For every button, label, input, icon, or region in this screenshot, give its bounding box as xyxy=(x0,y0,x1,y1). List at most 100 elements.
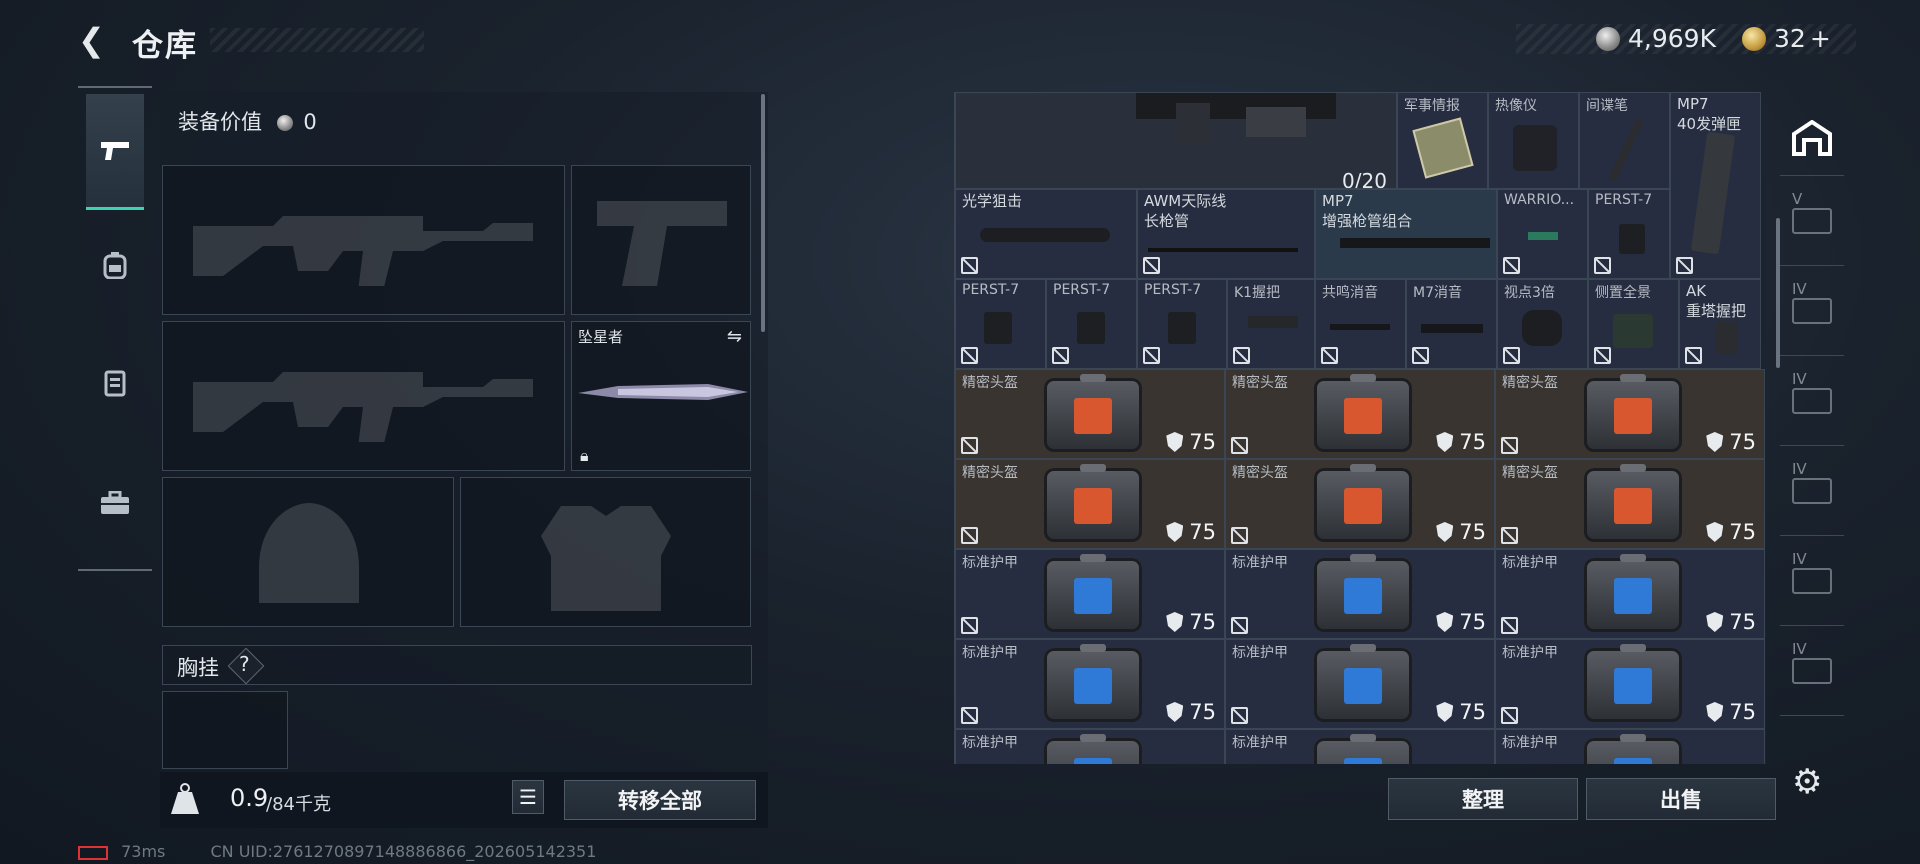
durability: 75 xyxy=(1706,610,1756,634)
suppressor-icon xyxy=(1330,324,1390,330)
item-precision-helmet[interactable]: 精密头盔 75 xyxy=(1495,459,1765,549)
item-ak-grip[interactable]: AK 重塔握把 xyxy=(1679,279,1761,369)
list-view-button[interactable]: ☰ xyxy=(512,780,544,814)
item-standard-armor[interactable]: 标准护甲75 xyxy=(1225,549,1495,639)
rail-home[interactable] xyxy=(1780,100,1844,176)
item-precision-helmet[interactable]: 精密头盔 75 xyxy=(1225,369,1495,459)
item-name: PERST-7 xyxy=(1144,282,1202,298)
storage-level: IV xyxy=(1792,549,1807,568)
currency-bar: 4,969K 32 + xyxy=(1516,24,1856,54)
silver-coin-icon xyxy=(1596,26,1620,51)
item-thermal-imager[interactable]: 热像仪 xyxy=(1488,92,1579,189)
scrollbar[interactable] xyxy=(761,94,765,332)
durability-value: 75 xyxy=(1729,430,1756,454)
item-precision-helmet[interactable]: 精密头盔 75 xyxy=(955,459,1225,549)
item-3x-sight[interactable]: 视点3倍 xyxy=(1497,279,1588,369)
durability: 75 xyxy=(1166,700,1216,724)
device-icon xyxy=(1168,312,1196,344)
silver-coin-icon xyxy=(276,115,293,131)
item-mp7-40-mag[interactable]: MP7 40发弹匣 xyxy=(1670,92,1761,279)
rail-stash-5[interactable]: IV xyxy=(1780,536,1844,626)
pistol-slot[interactable] xyxy=(571,165,751,315)
item-standard-armor[interactable]: 标准护甲75 xyxy=(955,639,1225,729)
add-gold-button[interactable]: + xyxy=(1810,24,1831,53)
item-awm-barrel[interactable]: AWM天际线 长枪管 xyxy=(1137,189,1315,279)
help-icon[interactable]: ? xyxy=(239,652,250,676)
item-standard-armor[interactable]: 标准护甲75 xyxy=(955,729,1225,764)
item-standard-armor[interactable]: 标准护甲75 xyxy=(1225,639,1495,729)
rail-stash-4[interactable]: IV xyxy=(1780,446,1844,536)
armor-case-icon xyxy=(1314,644,1412,722)
back-arrow-icon[interactable]: ❮ xyxy=(78,22,112,58)
armor-case-icon xyxy=(1044,644,1142,722)
item-resonance-suppressor[interactable]: 共鸣消音 xyxy=(1315,279,1406,369)
shield-icon xyxy=(1166,522,1184,542)
item-perst7[interactable]: PERST-7 xyxy=(1046,279,1137,369)
item-name: 标准护甲 xyxy=(1502,645,1558,661)
secondary-weapon-slot[interactable] xyxy=(162,321,565,471)
settings-gear-icon[interactable]: ⚙ xyxy=(1792,762,1822,802)
item-military-intel[interactable]: 军事情报 xyxy=(1397,92,1488,189)
item-name: 视点3倍 xyxy=(1504,285,1555,301)
item-side-panoramic[interactable]: 侧置全景 xyxy=(1588,279,1679,369)
no-insure-icon xyxy=(1594,347,1611,364)
item-name: 军事情报 xyxy=(1404,98,1460,114)
chest-rig-slot[interactable] xyxy=(162,691,288,769)
large-weapon-item[interactable]: 0/20 xyxy=(955,92,1397,189)
item-precision-helmet[interactable]: 精密头盔 75 xyxy=(1225,459,1495,549)
item-m7-suppressor[interactable]: M7消音 xyxy=(1406,279,1497,369)
item-precision-helmet[interactable]: 精密头盔 75 xyxy=(1495,369,1765,459)
tab-case[interactable] xyxy=(86,474,144,532)
storage-box-icon: IV xyxy=(1792,550,1832,594)
item-name: 标准护甲 xyxy=(1232,735,1288,751)
item-mp7-barrel-combo[interactable]: MP7 增强枪管组合 xyxy=(1315,189,1497,279)
item-standard-armor[interactable]: 标准护甲75 xyxy=(955,549,1225,639)
rail-stash-1[interactable]: V xyxy=(1780,176,1844,266)
item-k1-grip[interactable]: K1握把 xyxy=(1227,279,1315,369)
item-name: PERST-7 xyxy=(1595,192,1653,208)
durability-value: 75 xyxy=(1459,430,1486,454)
durability-value: 75 xyxy=(1729,520,1756,544)
helmet-silhouette-icon xyxy=(259,503,359,603)
sort-button[interactable]: 整理 xyxy=(1388,778,1578,820)
weight-bar: 0.9 /84千克 ☰ 转移全部 xyxy=(160,772,768,828)
no-insure-icon xyxy=(1233,347,1250,364)
rail-stash-3[interactable]: IV xyxy=(1780,356,1844,446)
item-precision-helmet[interactable]: 精密头盔 75 xyxy=(955,369,1225,459)
item-perst7[interactable]: PERST-7 xyxy=(955,279,1046,369)
tab-backpack[interactable] xyxy=(86,236,144,294)
item-warrior[interactable]: WARRIO... xyxy=(1497,189,1588,279)
item-standard-armor[interactable]: 标准护甲75 xyxy=(1495,549,1765,639)
pistol-icon xyxy=(101,141,129,160)
chest-rig-label: 胸挂 xyxy=(177,656,219,680)
storage-rail: V IV IV IV IV IV xyxy=(1780,100,1844,740)
storage-box-icon: V xyxy=(1792,190,1832,234)
item-perst7[interactable]: PERST-7 xyxy=(1588,189,1670,279)
melee-slot[interactable]: 坠星者 ⇋ 🔒︎ xyxy=(571,321,751,471)
durability: 75 xyxy=(1166,430,1216,454)
item-standard-armor[interactable]: 标准护甲75 xyxy=(1495,729,1765,764)
item-name: 标准护甲 xyxy=(1232,555,1288,571)
armor-case-icon xyxy=(1314,554,1412,632)
primary-weapon-slot[interactable] xyxy=(162,165,565,315)
helmet-slot[interactable] xyxy=(162,477,454,627)
rail-stash-2[interactable]: IV xyxy=(1780,266,1844,356)
tab-vest[interactable] xyxy=(86,354,144,412)
item-optical-sniper[interactable]: 光学狙击 xyxy=(955,189,1137,279)
pistol-silhouette-icon xyxy=(597,201,727,286)
sell-button[interactable]: 出售 xyxy=(1586,778,1776,820)
item-name: 标准护甲 xyxy=(1502,735,1558,751)
armor-slot[interactable] xyxy=(460,477,751,627)
item-standard-armor[interactable]: 标准护甲75 xyxy=(1495,639,1765,729)
transfer-all-button[interactable]: 转移全部 xyxy=(564,780,756,820)
swap-icon[interactable]: ⇋ xyxy=(727,326,742,347)
gun-icon xyxy=(1136,93,1336,143)
grip-icon xyxy=(1716,322,1738,354)
item-perst7[interactable]: PERST-7 xyxy=(1137,279,1227,369)
device-icon xyxy=(1619,224,1645,254)
item-standard-armor[interactable]: 标准护甲75 xyxy=(1225,729,1495,764)
shield-icon xyxy=(1706,432,1724,452)
tab-weapons[interactable] xyxy=(86,94,144,210)
rail-stash-6[interactable]: IV xyxy=(1780,626,1844,716)
item-spy-pen[interactable]: 间谍笔 xyxy=(1579,92,1670,189)
